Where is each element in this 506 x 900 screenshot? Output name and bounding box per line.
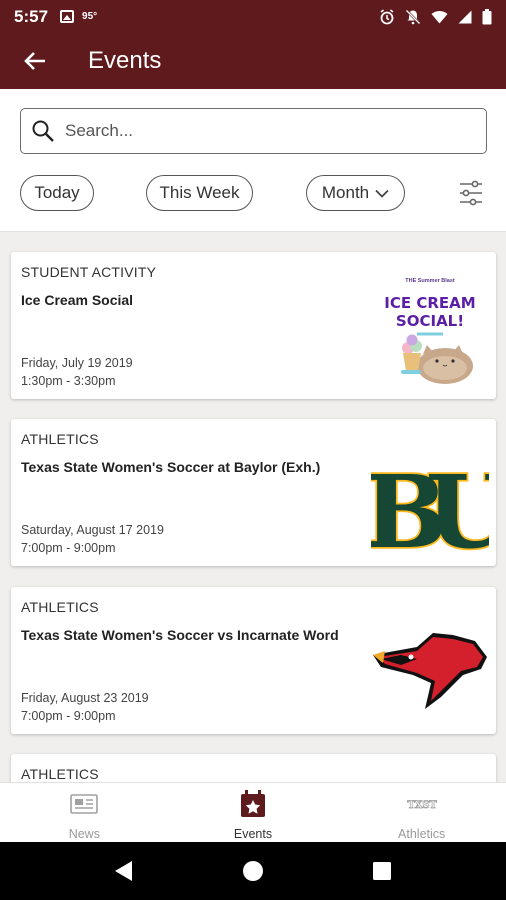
month-filter-label: Month	[321, 183, 370, 202]
system-recents-icon[interactable]	[372, 861, 392, 881]
notifications-off-icon	[405, 9, 421, 24]
status-time: 5:57	[14, 6, 49, 26]
nav-item-events[interactable]: Events	[169, 783, 338, 842]
this-week-filter-label: This Week	[159, 183, 240, 202]
search-box[interactable]	[20, 108, 487, 154]
flyer-headline-1: ICE CREAM	[384, 294, 475, 312]
filter-area: Today This Week Month	[0, 89, 506, 232]
nav-item-news[interactable]: News	[0, 783, 169, 842]
txst-logo-text: TXST	[407, 799, 437, 811]
txst-logo-icon: TXST	[407, 799, 437, 812]
event-card[interactable]: ATHLETICS Texas State Women's Soccer at …	[11, 419, 506, 573]
event-category: STUDENT ACTIVITY	[21, 264, 157, 280]
event-title: Ice Cream Social	[21, 292, 134, 308]
event-category: ATHLETICS	[21, 599, 99, 615]
baylor-logo: BU	[361, 429, 506, 573]
news-icon	[70, 794, 99, 814]
event-category: ATHLETICS	[21, 431, 99, 447]
status-bar: 5:57 95°	[0, 0, 506, 33]
month-filter-dropdown[interactable]: Month	[306, 175, 405, 211]
system-back-icon[interactable]	[114, 860, 134, 882]
system-navigation-bar	[0, 842, 506, 900]
filter-settings-button[interactable]	[458, 179, 484, 207]
today-filter-label: Today	[34, 183, 80, 202]
nav-label-events: Events	[233, 827, 273, 841]
baylor-logo-text: BU	[371, 453, 489, 557]
arrow-back-icon	[24, 52, 45, 70]
event-time: 7:00pm - 9:00pm	[21, 709, 116, 723]
event-title: Texas State Women's Soccer vs Incarnate …	[21, 627, 339, 643]
tune-sliders-icon	[460, 180, 482, 206]
today-filter-button[interactable]: Today	[20, 175, 94, 211]
search-icon	[32, 120, 54, 142]
event-time: 1:30pm - 3:30pm	[21, 374, 116, 388]
back-button[interactable]	[0, 33, 70, 89]
image-notification-icon	[60, 10, 75, 23]
cardinal-logo	[371, 597, 489, 725]
system-home-icon[interactable]	[241, 859, 265, 883]
ice-cream-social-flyer: THE Summer Blast ICE CREAM SOCIAL!	[371, 262, 489, 390]
page-title: Events	[88, 47, 162, 74]
signal-icon	[458, 10, 472, 23]
event-date: Saturday, August 17 2019	[21, 523, 164, 537]
event-time: 7:00pm - 9:00pm	[21, 541, 116, 555]
nav-label-news: News	[68, 827, 100, 841]
event-date: Friday, August 23 2019	[21, 691, 149, 705]
calendar-star-icon	[241, 790, 265, 817]
alarm-icon	[380, 8, 394, 24]
app-bar: Events	[0, 33, 506, 89]
this-week-filter-button[interactable]: This Week	[146, 175, 253, 211]
flyer-headline-2: SOCIAL!	[396, 312, 464, 330]
event-card[interactable]: ATHLETICS Texas State Women's Soccer vs …	[11, 587, 496, 734]
flyer-kicker: THE Summer Blast	[405, 278, 455, 284]
nav-label-athletics: Athletics	[398, 827, 446, 841]
event-title: Texas State Women's Soccer at Baylor (Ex…	[21, 459, 321, 475]
wifi-icon	[431, 10, 448, 23]
chevron-down-icon	[375, 189, 389, 198]
search-input[interactable]	[65, 121, 465, 141]
event-card[interactable]: STUDENT ACTIVITY Ice Cream Social Friday…	[11, 252, 496, 399]
bottom-navigation: News Events TXST Athletics	[0, 782, 506, 842]
event-category: ATHLETICS	[21, 766, 99, 782]
temperature-badge: 95°	[82, 11, 98, 22]
nav-item-athletics[interactable]: TXST Athletics	[337, 783, 506, 842]
battery-icon	[482, 8, 492, 24]
event-date: Friday, July 19 2019	[21, 356, 133, 370]
